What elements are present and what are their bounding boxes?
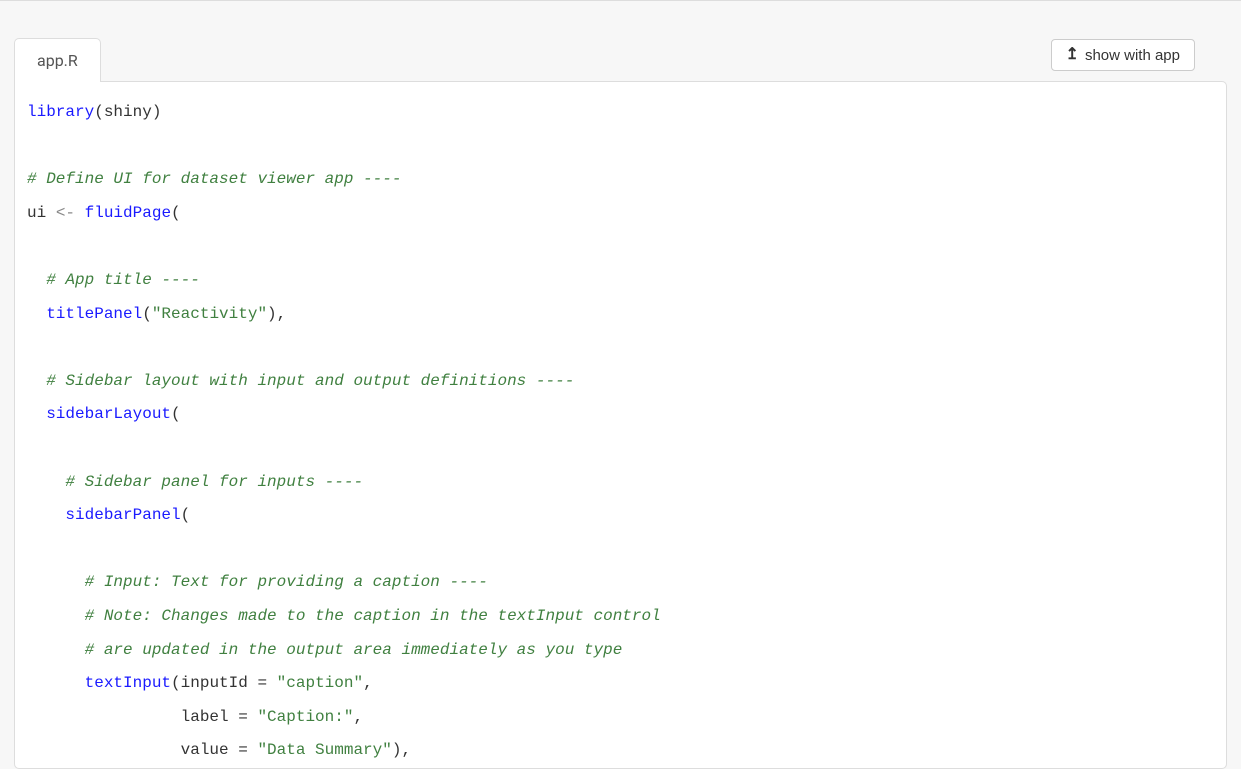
code-token — [27, 372, 46, 390]
code-token: # Sidebar layout with input and output d… — [46, 372, 574, 390]
code-token — [27, 271, 46, 289]
code-token: value = — [27, 741, 257, 759]
tab-app-r[interactable]: app.R — [14, 38, 101, 82]
code-token: "Reactivity" — [152, 305, 267, 323]
code-token: sidebarPanel — [65, 506, 180, 524]
app-window: ↥ show with app app.R library(shiny) # D… — [0, 0, 1241, 769]
code-token: ), — [267, 305, 286, 323]
code-token: ( — [181, 506, 191, 524]
code-token: ui — [27, 204, 56, 222]
code-token — [27, 607, 85, 625]
code-token: fluidPage — [85, 204, 171, 222]
code-token — [27, 405, 46, 423]
code-token — [75, 204, 85, 222]
code-token: <- — [56, 204, 75, 222]
code-token — [27, 473, 65, 491]
code-token — [27, 305, 46, 323]
code-token: ( — [142, 305, 152, 323]
show-with-app-label: show with app — [1085, 48, 1180, 63]
tab-label: app.R — [37, 51, 78, 70]
code-token: label = — [27, 708, 257, 726]
container: ↥ show with app app.R library(shiny) # D… — [0, 1, 1241, 769]
code-token: # App title ---- — [46, 271, 200, 289]
code-token: ( — [171, 405, 181, 423]
code-token: "caption" — [277, 674, 363, 692]
code-token: textInput — [85, 674, 171, 692]
arrow-up-right-icon: ↥ — [1066, 47, 1079, 63]
code-token: ), — [392, 741, 411, 759]
code-token: "Data Summary" — [257, 741, 391, 759]
code-token: # Note: Changes made to the caption in t… — [85, 607, 661, 625]
code-token: "Caption:" — [257, 708, 353, 726]
code-token: , — [353, 708, 363, 726]
code-token: # Input: Text for providing a caption --… — [85, 573, 488, 591]
code-token: (inputId = — [171, 674, 277, 692]
show-with-app-button[interactable]: ↥ show with app — [1051, 39, 1195, 71]
code-token: library — [27, 103, 94, 121]
code-token — [27, 506, 65, 524]
code-token: # Sidebar panel for inputs ---- — [65, 473, 363, 491]
code-token — [27, 573, 85, 591]
code-block[interactable]: library(shiny) # Define UI for dataset v… — [27, 96, 1214, 768]
code-token: titlePanel — [46, 305, 142, 323]
code-token — [27, 674, 85, 692]
code-pane: library(shiny) # Define UI for dataset v… — [14, 81, 1227, 769]
code-token: # Define UI for dataset viewer app ---- — [27, 170, 401, 188]
code-token: # are updated in the output area immedia… — [85, 641, 623, 659]
code-token: ( — [171, 204, 181, 222]
code-token: , — [363, 674, 373, 692]
code-token: (shiny) — [94, 103, 161, 121]
code-token: sidebarLayout — [46, 405, 171, 423]
code-token — [27, 641, 85, 659]
tabs-bar: app.R — [14, 37, 1227, 81]
